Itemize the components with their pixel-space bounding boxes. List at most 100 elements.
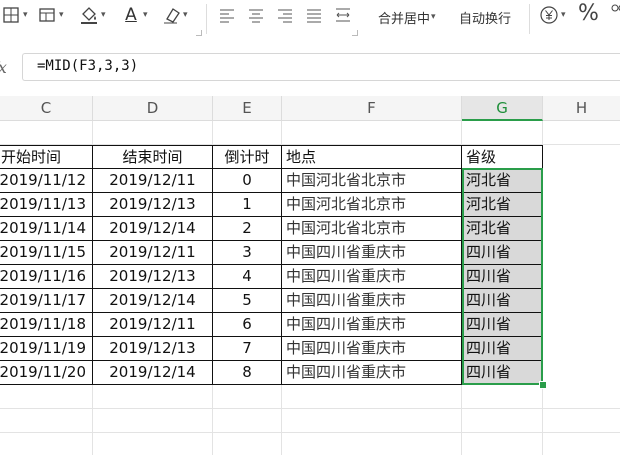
location-cell[interactable]: 中国河北省北京市 [282,193,462,217]
justify-icon [303,4,325,26]
table-header-cell[interactable]: 地点 [282,145,462,169]
column-letter: C [40,99,52,117]
toolbar-separator [529,4,530,34]
font-color-icon: A [120,4,142,26]
province-cell[interactable]: 四川省 [462,337,543,361]
countdown-cell[interactable]: 4 [213,265,282,289]
start-time-cell[interactable]: 2019/11/13 [0,193,93,217]
province-cell[interactable]: 四川省 [462,361,543,385]
province-cell[interactable]: 河北省 [462,169,543,193]
percent-format-button[interactable]: % [578,0,599,26]
countdown-cell[interactable]: 3 [213,241,282,265]
currency-format-button[interactable]: ▾ [538,2,566,28]
end-time-cell[interactable]: 2019/12/14 [93,361,213,385]
table-header-cell[interactable]: 倒计时 [213,145,282,169]
countdown-cell[interactable]: 0 [213,169,282,193]
end-time-cell[interactable]: 2019/12/13 [93,265,213,289]
start-time-cell[interactable]: 2019/11/16 [0,265,93,289]
location-cell[interactable]: 中国河北省北京市 [282,169,462,193]
column-header-g[interactable]: G [462,96,543,121]
column-header-h[interactable]: H [543,96,620,121]
table-header-cell[interactable]: 省级 [462,145,543,169]
distributed-align-button[interactable] [332,2,354,28]
merge-center-label: 合并居中 [378,11,431,27]
currency-icon [538,4,560,26]
fill-color-button[interactable]: ▾ [78,2,106,28]
end-time-cell[interactable]: 2019/12/11 [93,241,213,265]
thousands-format-button[interactable] [606,0,620,26]
end-time-cell[interactable]: 2019/12/14 [93,289,213,313]
location-cell[interactable]: 中国四川省重庆市 [282,337,462,361]
formula-input[interactable]: =MID(F3,3,3) [22,53,620,81]
column-header-c[interactable]: C [0,96,93,121]
function-icon[interactable]: fx [0,58,7,77]
grid-line [0,432,620,433]
formula-text: =MID(F3,3,3) [37,58,139,74]
chevron-down-icon: ▾ [101,10,106,20]
toolbar-separator [206,4,207,34]
column-letter: D [146,99,159,117]
start-time-cell[interactable]: 2019/11/17 [0,289,93,313]
location-cell[interactable]: 中国河北省北京市 [282,217,462,241]
location-cell[interactable]: 中国四川省重庆市 [282,289,462,313]
end-time-cell[interactable]: 2019/12/11 [93,169,213,193]
countdown-cell[interactable]: 2 [213,217,282,241]
start-time-cell[interactable]: 2019/11/14 [0,217,93,241]
countdown-cell[interactable]: 1 [213,193,282,217]
justify-button[interactable] [303,2,325,28]
align-right-button[interactable] [274,2,296,28]
table-header-cell[interactable]: 结束时间 [93,145,213,169]
end-time-cell[interactable]: 2019/12/13 [93,337,213,361]
merge-center-button[interactable]: 合并居中 ▾ [378,4,436,30]
column-letter: E [242,99,252,117]
wrap-text-label: 自动换行 [459,11,512,27]
column-letter: H [575,99,588,117]
countdown-cell[interactable]: 5 [213,289,282,313]
province-cell[interactable]: 河北省 [462,193,543,217]
table-header-cell[interactable]: 开始时间 [0,145,93,169]
province-cell[interactable]: 河北省 [462,217,543,241]
alignment-group-expander[interactable] [352,30,358,36]
province-cell[interactable]: 四川省 [462,241,543,265]
chevron-down-icon: ▾ [59,10,64,20]
province-cell[interactable]: 四川省 [462,265,543,289]
column-letter: G [496,98,508,117]
align-left-button[interactable] [216,2,238,28]
column-header-f[interactable]: F [282,96,462,121]
start-time-cell[interactable]: 2019/11/18 [0,313,93,337]
start-time-cell[interactable]: 2019/11/12 [0,169,93,193]
wrap-text-button[interactable]: 自动换行 [459,4,511,30]
end-time-cell[interactable]: 2019/12/14 [93,217,213,241]
chevron-down-icon: ▾ [183,10,188,20]
column-letter: F [367,99,376,117]
fill-handle[interactable] [539,381,547,389]
countdown-cell[interactable]: 8 [213,361,282,385]
location-cell[interactable]: 中国四川省重庆市 [282,265,462,289]
countdown-cell[interactable]: 6 [213,313,282,337]
chevron-down-icon: ▾ [561,10,566,20]
clear-format-icon [160,4,182,26]
column-header-e[interactable]: E [213,96,282,121]
align-right-icon [274,4,296,26]
location-cell[interactable]: 中国四川省重庆市 [282,241,462,265]
province-cell[interactable]: 四川省 [462,289,543,313]
borders-button[interactable]: ▾ [0,2,28,28]
font-color-button[interactable]: A ▾ [120,2,147,28]
clear-format-button[interactable]: ▾ [160,2,188,28]
location-cell[interactable]: 中国四川省重庆市 [282,313,462,337]
countdown-cell[interactable]: 7 [213,337,282,361]
location-cell[interactable]: 中国四川省重庆市 [282,361,462,385]
start-time-cell[interactable]: 2019/11/15 [0,241,93,265]
chevron-down-icon: ▾ [431,12,436,22]
align-center-button[interactable] [245,2,267,28]
font-group-expander[interactable] [196,30,202,36]
cell-style-button[interactable]: ▾ [36,2,64,28]
percent-icon: % [578,0,599,26]
start-time-cell[interactable]: 2019/11/19 [0,337,93,361]
start-time-cell[interactable]: 2019/11/20 [0,361,93,385]
end-time-cell[interactable]: 2019/12/13 [93,193,213,217]
end-time-cell[interactable]: 2019/12/11 [93,313,213,337]
column-header-d[interactable]: D [93,96,213,121]
borders-icon [0,4,22,26]
province-cell[interactable]: 四川省 [462,313,543,337]
